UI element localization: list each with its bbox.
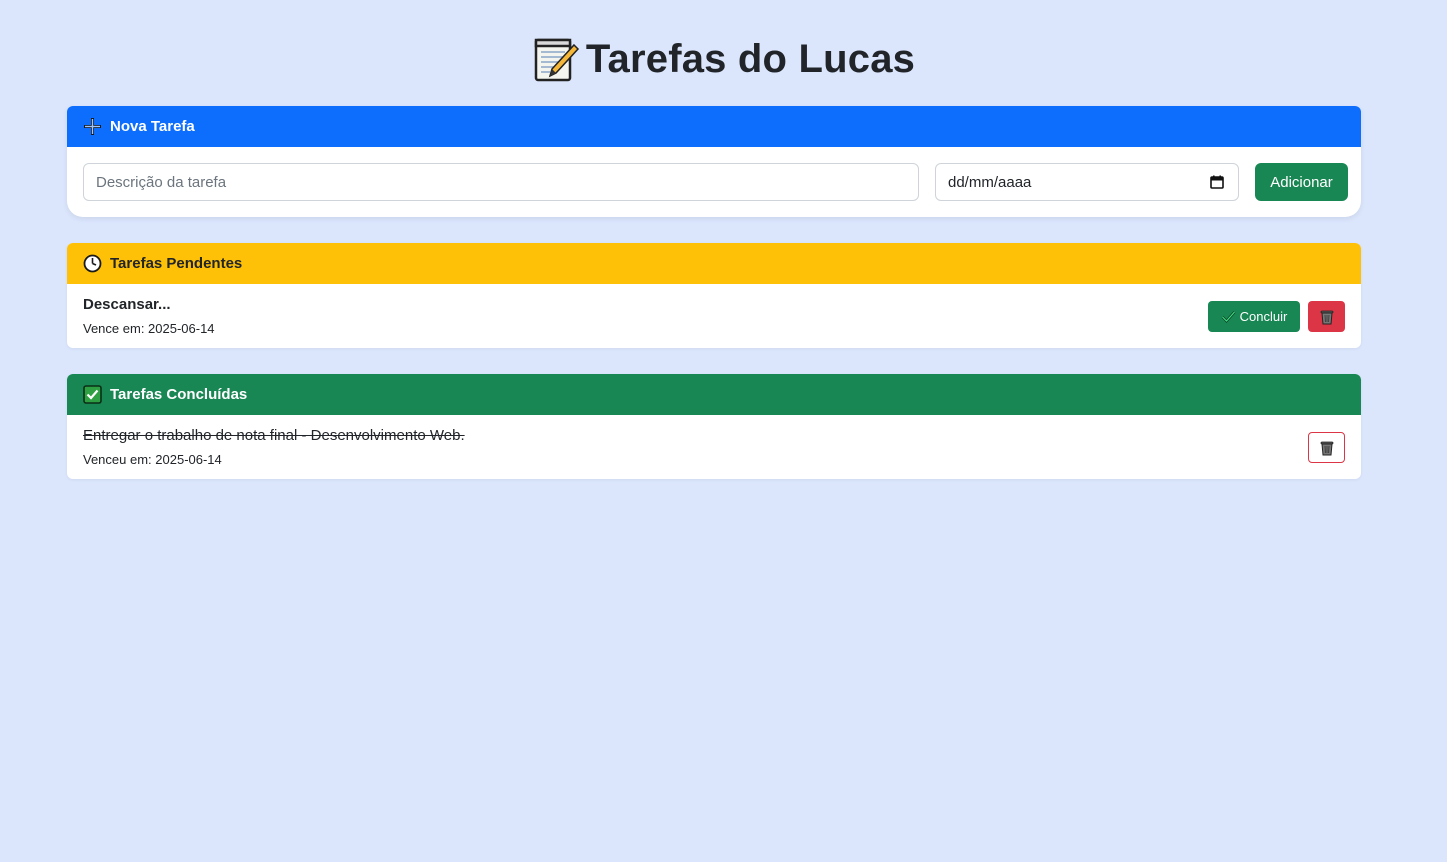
task-title: Entregar o trabalho de nota final - Dese… bbox=[83, 427, 465, 444]
due-date-placeholder: dd/mm/aaaa bbox=[948, 173, 1032, 191]
check-mark-icon bbox=[1221, 310, 1236, 323]
new-task-card: Nova Tarefa dd/mm/aaaa Adicionar bbox=[67, 106, 1361, 217]
page: Tarefas do Lucas Nova Tarefa dd/mm/aaaa bbox=[0, 0, 1447, 862]
conclude-task-button[interactable]: Concluir bbox=[1208, 301, 1300, 332]
list-item: Descansar... Vence em: 2025-06-14 Conclu… bbox=[67, 284, 1361, 348]
delete-task-button[interactable] bbox=[1308, 432, 1345, 463]
plus-icon bbox=[83, 117, 102, 136]
completed-tasks-header-label: Tarefas Concluídas bbox=[110, 386, 248, 403]
page-title: Tarefas do Lucas bbox=[585, 36, 916, 81]
add-task-button[interactable]: Adicionar bbox=[1255, 163, 1348, 201]
pending-tasks-header-label: Tarefas Pendentes bbox=[110, 255, 243, 272]
pending-tasks-header: Tarefas Pendentes bbox=[67, 243, 1361, 284]
conclude-task-label: Concluir bbox=[1239, 309, 1288, 324]
completed-tasks-header: Tarefas Concluídas bbox=[67, 374, 1361, 415]
due-date-input[interactable]: dd/mm/aaaa bbox=[935, 163, 1239, 201]
clock-icon bbox=[83, 254, 102, 273]
trash-icon bbox=[1319, 439, 1335, 456]
task-due-date: Vence em: 2025-06-14 bbox=[83, 321, 215, 336]
new-task-header-label: Nova Tarefa bbox=[110, 118, 195, 135]
task-description-input[interactable] bbox=[83, 163, 919, 201]
delete-task-button[interactable] bbox=[1308, 301, 1345, 332]
trash-icon bbox=[1319, 308, 1335, 325]
task-title: Descansar... bbox=[83, 296, 171, 313]
new-task-header: Nova Tarefa bbox=[67, 106, 1361, 147]
calendar-icon[interactable] bbox=[1210, 175, 1224, 189]
new-task-form: dd/mm/aaaa Adicionar bbox=[67, 147, 1361, 217]
pending-tasks-card: Tarefas Pendentes Descansar... Vence em:… bbox=[67, 243, 1361, 348]
page-header: Tarefas do Lucas bbox=[0, 33, 1447, 85]
check-box-icon bbox=[83, 385, 102, 404]
list-item: Entregar o trabalho de nota final - Dese… bbox=[67, 415, 1361, 479]
completed-tasks-card: Tarefas Concluídas Entregar o trabalho d… bbox=[67, 374, 1361, 479]
memo-pencil-icon bbox=[532, 35, 580, 83]
task-due-date: Venceu em: 2025-06-14 bbox=[83, 452, 222, 467]
